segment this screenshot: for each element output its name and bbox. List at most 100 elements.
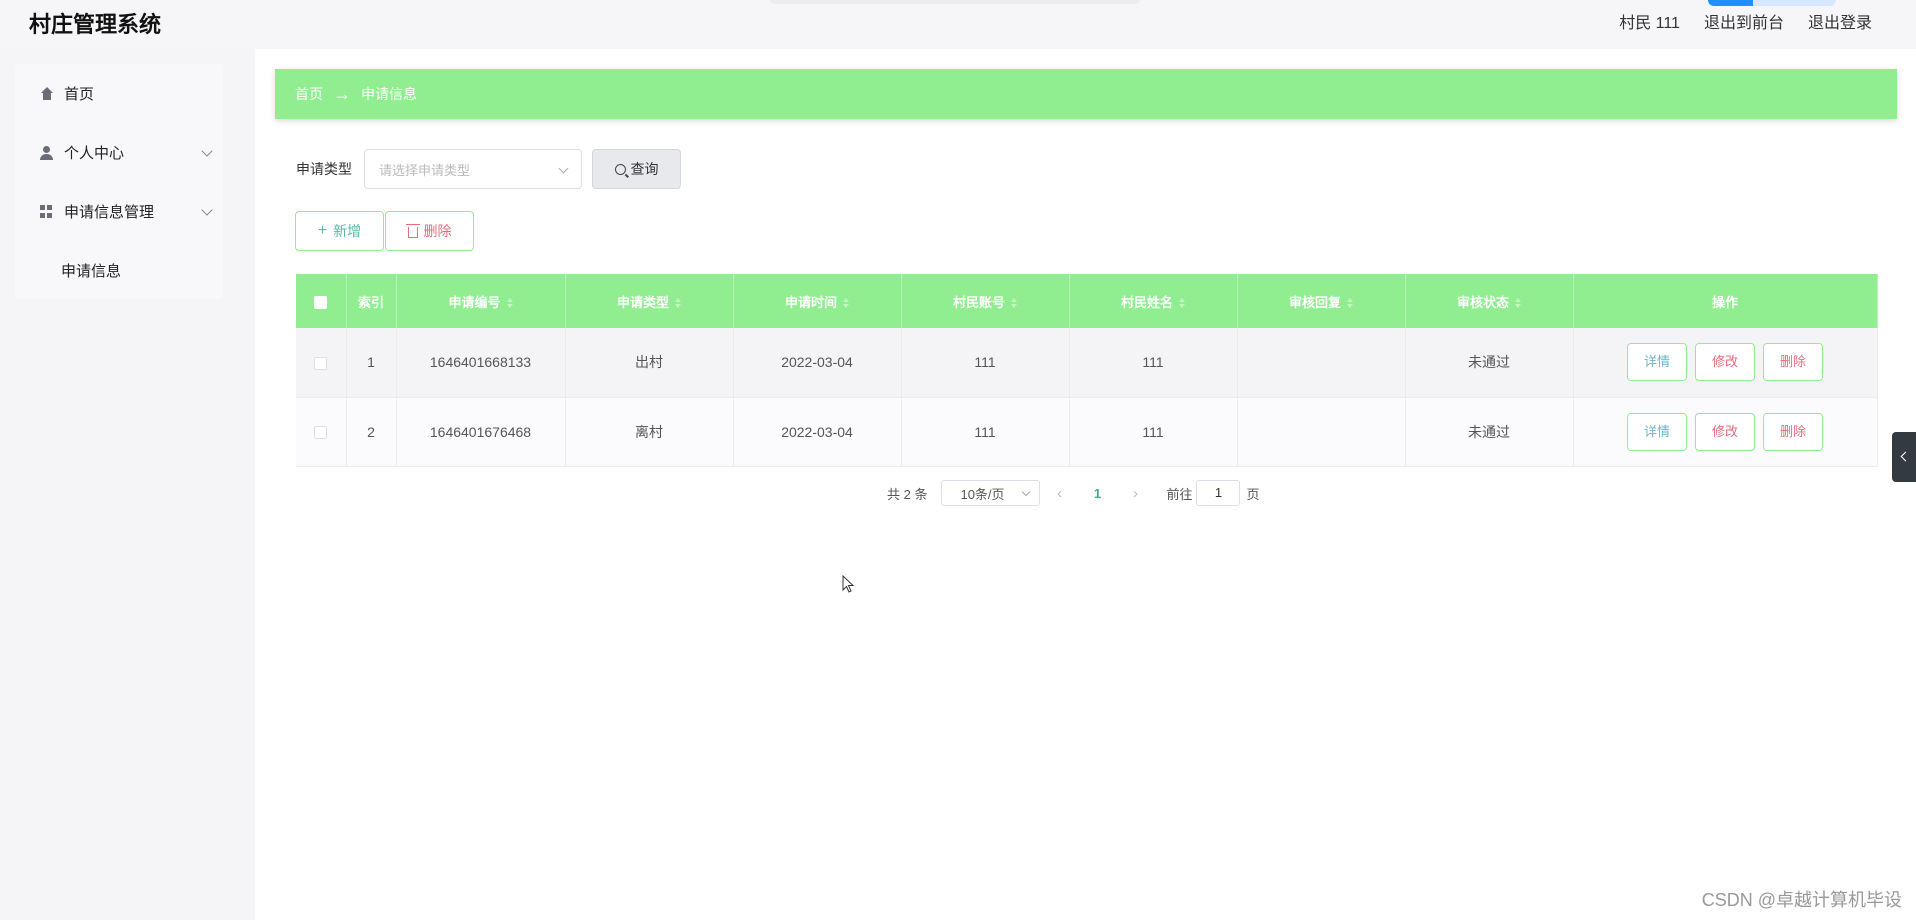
- page-number-current[interactable]: 1: [1078, 486, 1116, 501]
- chevron-down-icon: [1022, 487, 1031, 497]
- column-header: 索引: [346, 274, 397, 328]
- sidebar-menu: 首页 个人中心 申请信息管理 申请信息: [15, 64, 223, 299]
- sidebar-item-personal-center[interactable]: 个人中心: [15, 123, 223, 182]
- edit-button[interactable]: 修改: [1695, 343, 1755, 382]
- cell-name: 111: [1069, 397, 1238, 467]
- application-type-select[interactable]: 请选择申请类型: [364, 149, 582, 189]
- breadcrumb-home[interactable]: 首页: [295, 84, 323, 104]
- row-checkbox-cell: [296, 397, 347, 467]
- prev-page-icon[interactable]: ‹: [1040, 485, 1078, 502]
- chevron-down-icon: [201, 145, 213, 157]
- sidebar-item-label: 申请信息管理: [64, 204, 155, 221]
- detail-button[interactable]: 详情: [1627, 343, 1687, 382]
- cell-type: 离村: [565, 397, 734, 467]
- cell-status: 未通过: [1405, 397, 1574, 467]
- cell-account: 111: [901, 328, 1070, 398]
- cell-index: 2: [346, 397, 397, 467]
- cell-code: 1646401676468: [396, 397, 566, 467]
- delete-button-label: 删除: [423, 223, 452, 239]
- search-icon: [614, 163, 626, 175]
- query-button-label: 查询: [630, 161, 659, 177]
- column-header: 操作: [1573, 274, 1878, 328]
- cell-status: 未通过: [1405, 328, 1574, 398]
- page-suffix: 页: [1246, 486, 1260, 502]
- select-all-cell: [296, 274, 347, 328]
- row-checkbox[interactable]: [314, 357, 328, 371]
- goto-page-input[interactable]: 1: [1196, 480, 1241, 506]
- action-bar: + 新增 删除: [295, 211, 474, 251]
- query-button[interactable]: 查询: [592, 149, 681, 189]
- application-table: 索引 申请编号 申请类型 申请时间 村民账号 村民姓名 审核回复 审核状态 操作…: [296, 274, 1878, 467]
- cell-reply: [1237, 397, 1406, 467]
- column-header[interactable]: 审核状态: [1405, 274, 1574, 328]
- add-button[interactable]: + 新增: [295, 211, 384, 251]
- search-form: 申请类型 请选择申请类型 查询: [296, 149, 681, 189]
- sort-icon[interactable]: [843, 298, 849, 309]
- page-size-select[interactable]: 10条/页: [941, 480, 1041, 506]
- breadcrumb-current: 申请信息: [361, 86, 417, 102]
- front-page-link[interactable]: 退出到前台: [1704, 9, 1784, 33]
- sidebar-item-label: 个人中心: [64, 145, 125, 162]
- user-icon: [40, 145, 54, 160]
- table-row: 1 1646401668133 出村 2022-03-04 111 111 未通…: [296, 328, 1878, 398]
- logout-link[interactable]: 退出登录: [1808, 9, 1872, 33]
- header-decoration: [770, 0, 1140, 4]
- header-toggle-decoration: [1708, 0, 1836, 6]
- column-header[interactable]: 村民姓名: [1069, 274, 1238, 328]
- chevron-down-icon: [558, 163, 569, 174]
- sort-icon[interactable]: [675, 298, 681, 309]
- pagination: 共 2 条 10条/页 ‹ 1 › 前往 1 页: [887, 480, 1260, 506]
- add-button-label: 新增: [333, 223, 362, 239]
- sidebar-item-home[interactable]: 首页: [15, 64, 223, 123]
- watermark: CSDN @卓越计算机毕设: [1701, 890, 1902, 910]
- total-count: 共 2 条: [887, 486, 928, 502]
- filter-label: 申请类型: [296, 161, 352, 177]
- cursor-arrow-icon: [842, 575, 855, 593]
- header-user-area: 村民 111 退出到前台 退出登录: [1619, 9, 1872, 33]
- grid-icon: [40, 204, 54, 219]
- arrow-right-icon: →: [333, 83, 351, 104]
- select-placeholder: 请选择申请类型: [379, 162, 471, 178]
- sidebar-item-application-management[interactable]: 申请信息管理: [15, 182, 223, 241]
- chevron-down-icon: [201, 204, 213, 216]
- column-header[interactable]: 申请类型: [565, 274, 734, 328]
- top-header: 村庄管理系统 村民 111 退出到前台 退出登录: [0, 0, 1916, 49]
- table-row: 2 1646401676468 离村 2022-03-04 111 111 未通…: [296, 397, 1878, 467]
- cell-code: 1646401668133: [396, 328, 566, 398]
- delete-button[interactable]: 删除: [1763, 343, 1823, 382]
- row-checkbox[interactable]: [314, 426, 328, 440]
- sidebar-item-label: 首页: [64, 86, 95, 103]
- cell-index: 1: [346, 328, 397, 398]
- cell-reply: [1237, 328, 1406, 398]
- cell-time: 2022-03-04: [733, 328, 902, 398]
- edit-button[interactable]: 修改: [1695, 412, 1755, 451]
- app-title: 村庄管理系统: [29, 12, 162, 37]
- delete-button[interactable]: 删除: [1763, 412, 1823, 451]
- user-label: 村民 111: [1619, 15, 1680, 32]
- sidebar-subitem-application-info[interactable]: 申请信息: [15, 241, 223, 299]
- cell-type: 出村: [565, 328, 734, 398]
- cell-operations: 详情 修改 删除: [1573, 397, 1878, 467]
- goto-label: 前往: [1166, 486, 1193, 502]
- table-header-row: 索引 申请编号 申请类型 申请时间 村民账号 村民姓名 审核回复 审核状态 操作: [296, 274, 1878, 328]
- side-panel-toggle[interactable]: [1892, 432, 1916, 482]
- column-header[interactable]: 审核回复: [1237, 274, 1406, 328]
- sort-icon[interactable]: [1347, 298, 1353, 309]
- detail-button[interactable]: 详情: [1627, 412, 1687, 451]
- select-all-checkbox[interactable]: [314, 295, 328, 309]
- batch-delete-button[interactable]: 删除: [385, 211, 474, 251]
- column-header[interactable]: 申请时间: [733, 274, 902, 328]
- cell-time: 2022-03-04: [733, 397, 902, 467]
- sort-icon[interactable]: [506, 298, 513, 309]
- cell-operations: 详情 修改 删除: [1573, 328, 1878, 398]
- sort-icon[interactable]: [1179, 298, 1185, 309]
- column-header[interactable]: 申请编号: [396, 274, 566, 328]
- plus-icon: +: [317, 222, 328, 239]
- column-header[interactable]: 村民账号: [901, 274, 1070, 328]
- trash-icon: [405, 223, 420, 238]
- cell-name: 111: [1069, 328, 1238, 398]
- next-page-icon[interactable]: ›: [1116, 485, 1154, 502]
- sort-icon[interactable]: [1515, 298, 1521, 309]
- sort-icon[interactable]: [1011, 298, 1017, 309]
- home-icon: [40, 86, 54, 101]
